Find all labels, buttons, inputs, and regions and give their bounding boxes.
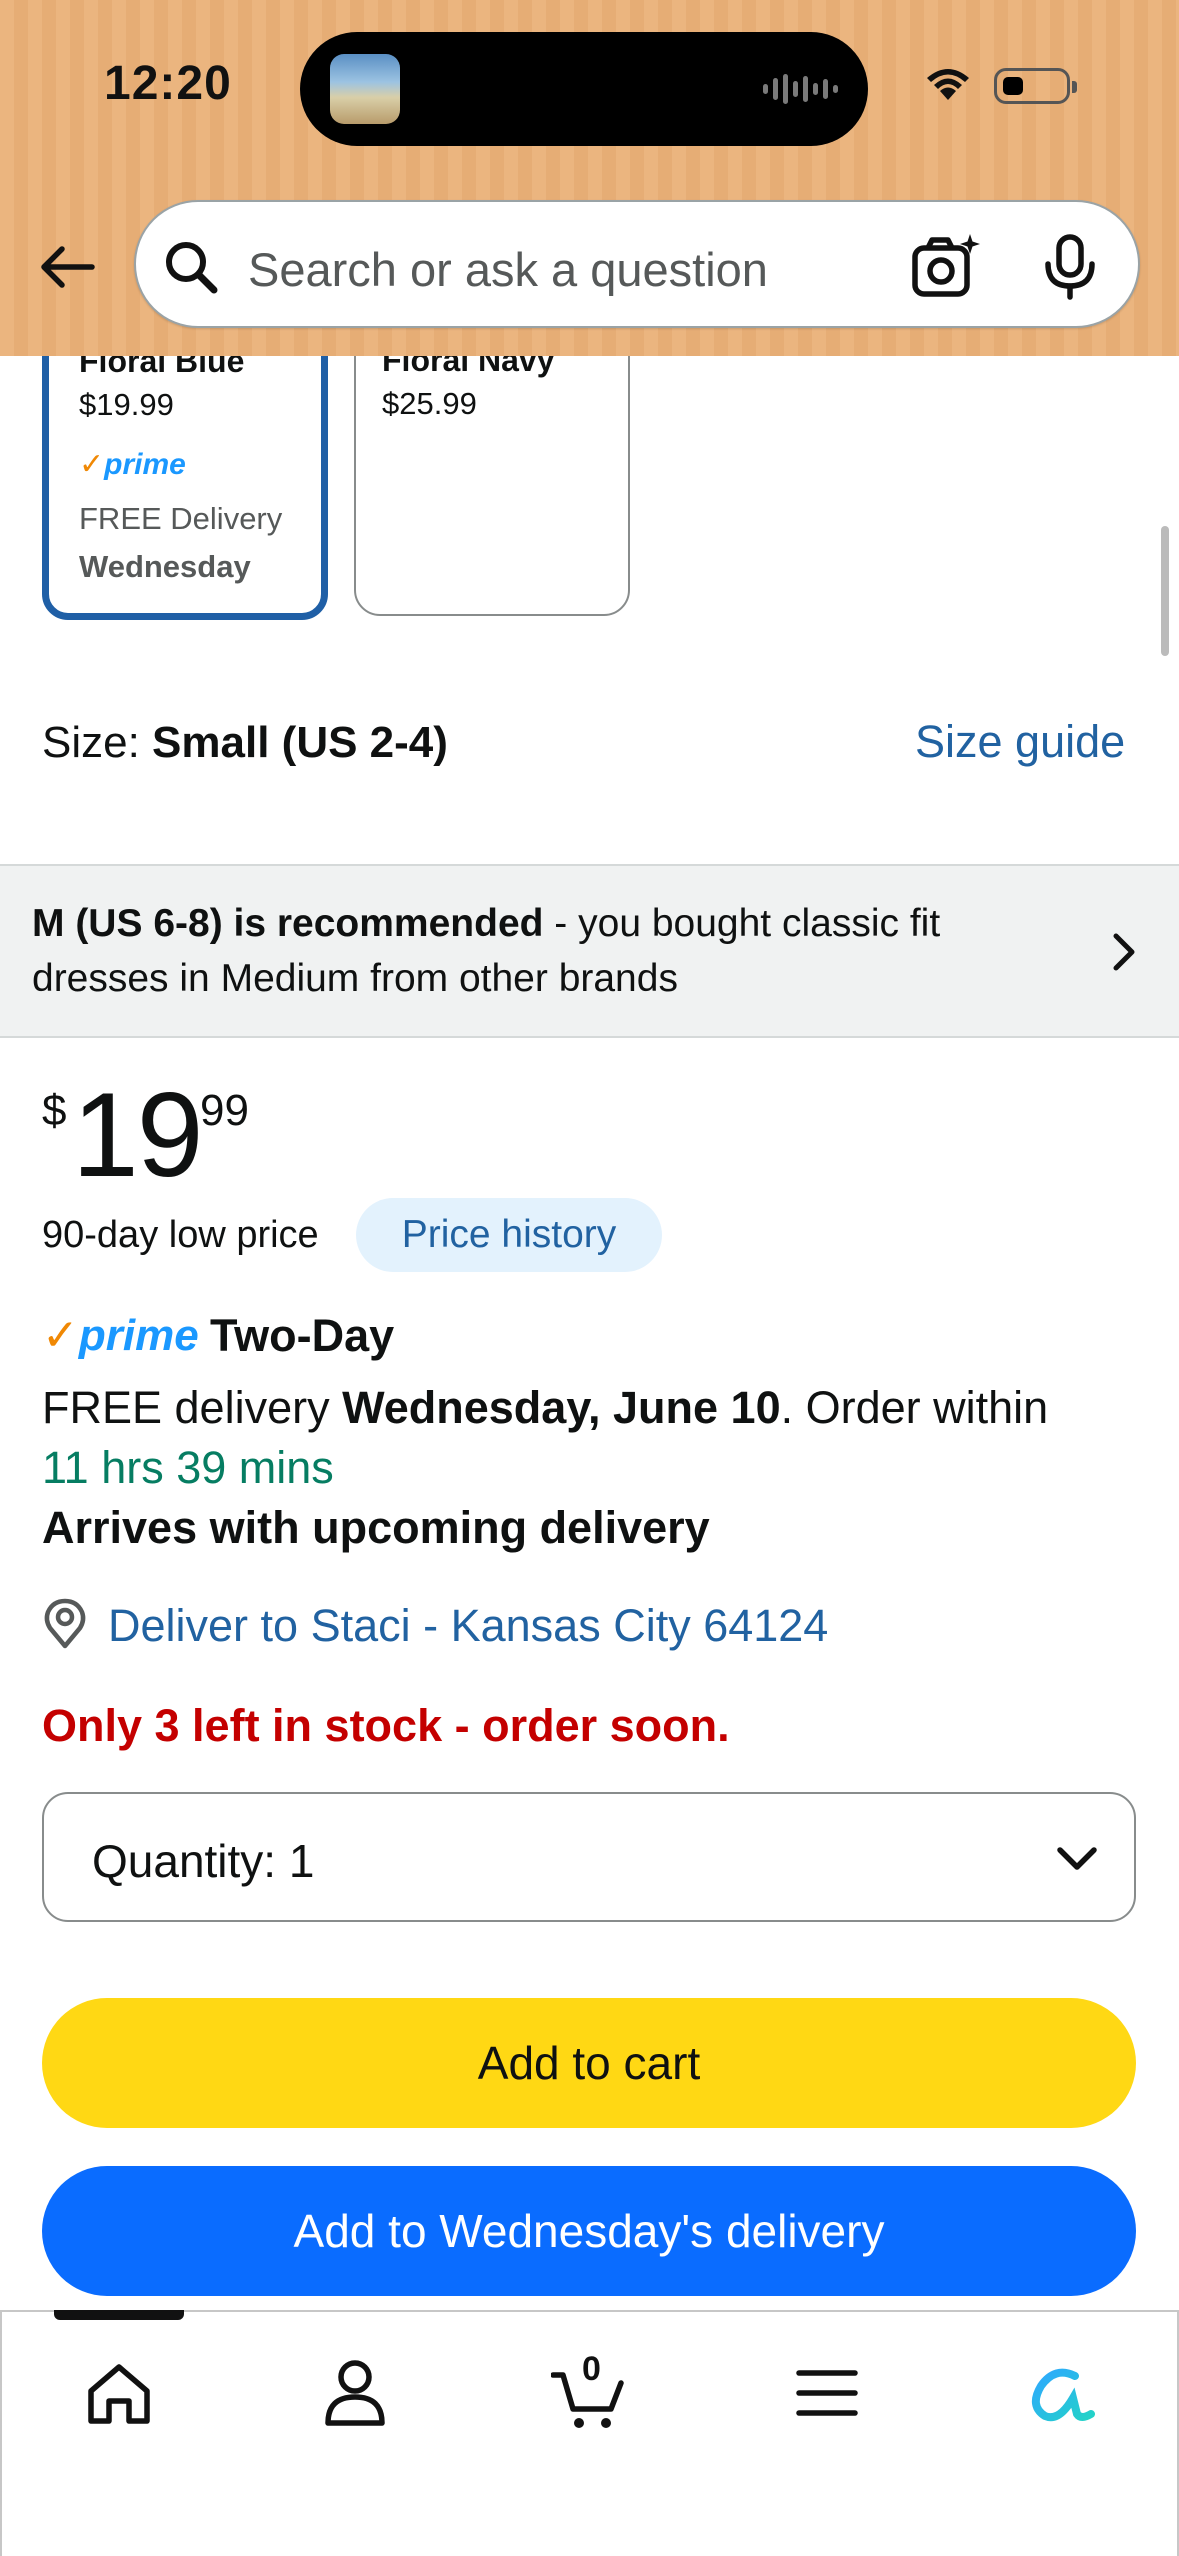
search-bar[interactable]: Search or ask a question — [134, 200, 1140, 328]
stock-warning: Only 3 left in stock - order soon. — [42, 1700, 730, 1751]
low-price-label: 90-day low price — [42, 1214, 319, 1256]
active-tab-indicator — [54, 2310, 184, 2320]
prime-badge: ✓prime — [79, 448, 186, 481]
price-fraction: 99 — [200, 1086, 249, 1135]
dynamic-island[interactable] — [300, 32, 868, 146]
audio-wave-icon — [763, 72, 838, 106]
quantity-value: 1 — [288, 1835, 315, 1887]
chevron-down-icon — [1057, 1847, 1097, 1870]
size-guide-link[interactable]: Size guide — [915, 716, 1125, 768]
header: 12:20 Search or ask a question — [0, 0, 1179, 356]
menu-icon — [796, 2370, 858, 2416]
add-to-cart-button[interactable]: Add to cart — [42, 1998, 1136, 2128]
size-recommendation-banner[interactable]: M (US 6-8) is recommended - you bought c… — [0, 864, 1179, 1038]
deliver-to-link[interactable]: Deliver to Staci - Kansas City 64124 — [108, 1600, 828, 1652]
add-to-delivery-button[interactable]: Add to Wednesday's delivery — [42, 2166, 1136, 2296]
price-currency: $ — [42, 1086, 67, 1135]
bottom-navigation: 0 — [0, 2310, 1179, 2556]
microphone-icon[interactable] — [1040, 234, 1100, 300]
search-icon — [166, 242, 218, 294]
status-time: 12:20 — [104, 57, 232, 110]
order-countdown: 11 hrs 39 mins — [42, 1442, 334, 1493]
rufus-icon — [1031, 2368, 1095, 2422]
quantity-label: Quantity: 1 — [92, 1835, 315, 1887]
variation-delivery: FREE Delivery — [79, 501, 283, 536]
battery-icon — [994, 68, 1077, 104]
back-arrow-icon — [41, 246, 95, 288]
quantity-dropdown[interactable]: Quantity: 1 — [42, 1792, 1136, 1922]
variation-price: $19.99 — [79, 387, 174, 422]
nav-rufus[interactable] — [1016, 2348, 1106, 2438]
scrollbar[interactable] — [1161, 526, 1169, 656]
back-button[interactable] — [36, 236, 98, 298]
chevron-right-icon — [1113, 933, 1135, 971]
nav-menu[interactable] — [782, 2348, 872, 2438]
prime-logo: ✓prime — [42, 1311, 199, 1360]
selected-size: Small (US 2-4) — [152, 718, 448, 767]
nav-cart[interactable]: 0 — [546, 2348, 636, 2438]
size-recommendation-text: M (US 6-8) is recommended - you bought c… — [32, 902, 941, 1000]
prime-check-icon: ✓ — [79, 448, 105, 481]
cart-count: 0 — [582, 2350, 601, 2388]
wifi-icon — [927, 69, 969, 100]
upcoming-delivery-note: Arrives with upcoming delivery — [42, 1502, 710, 1553]
search-input[interactable]: Search or ask a question — [248, 242, 768, 297]
delivery-speed: Two-Day — [210, 1310, 395, 1361]
delivery-date-text: FREE delivery Wednesday, June 10. Order … — [42, 1382, 1049, 1433]
nav-account[interactable] — [310, 2348, 400, 2438]
variation-delivery-day: Wednesday — [79, 549, 251, 584]
location-pin-icon — [44, 1598, 86, 1649]
home-icon — [88, 2364, 150, 2424]
price-history-button[interactable]: Price history — [356, 1198, 662, 1272]
now-playing-thumbnail — [330, 54, 400, 124]
size-selector-label: Size: Small (US 2-4) — [42, 718, 448, 767]
nav-home[interactable] — [74, 2348, 164, 2438]
account-icon — [325, 2360, 385, 2426]
variation-price: $25.99 — [382, 386, 477, 421]
camera-search-icon[interactable] — [910, 232, 980, 302]
price-whole: 19 — [72, 1068, 203, 1202]
prime-check-icon: ✓ — [42, 1311, 79, 1360]
